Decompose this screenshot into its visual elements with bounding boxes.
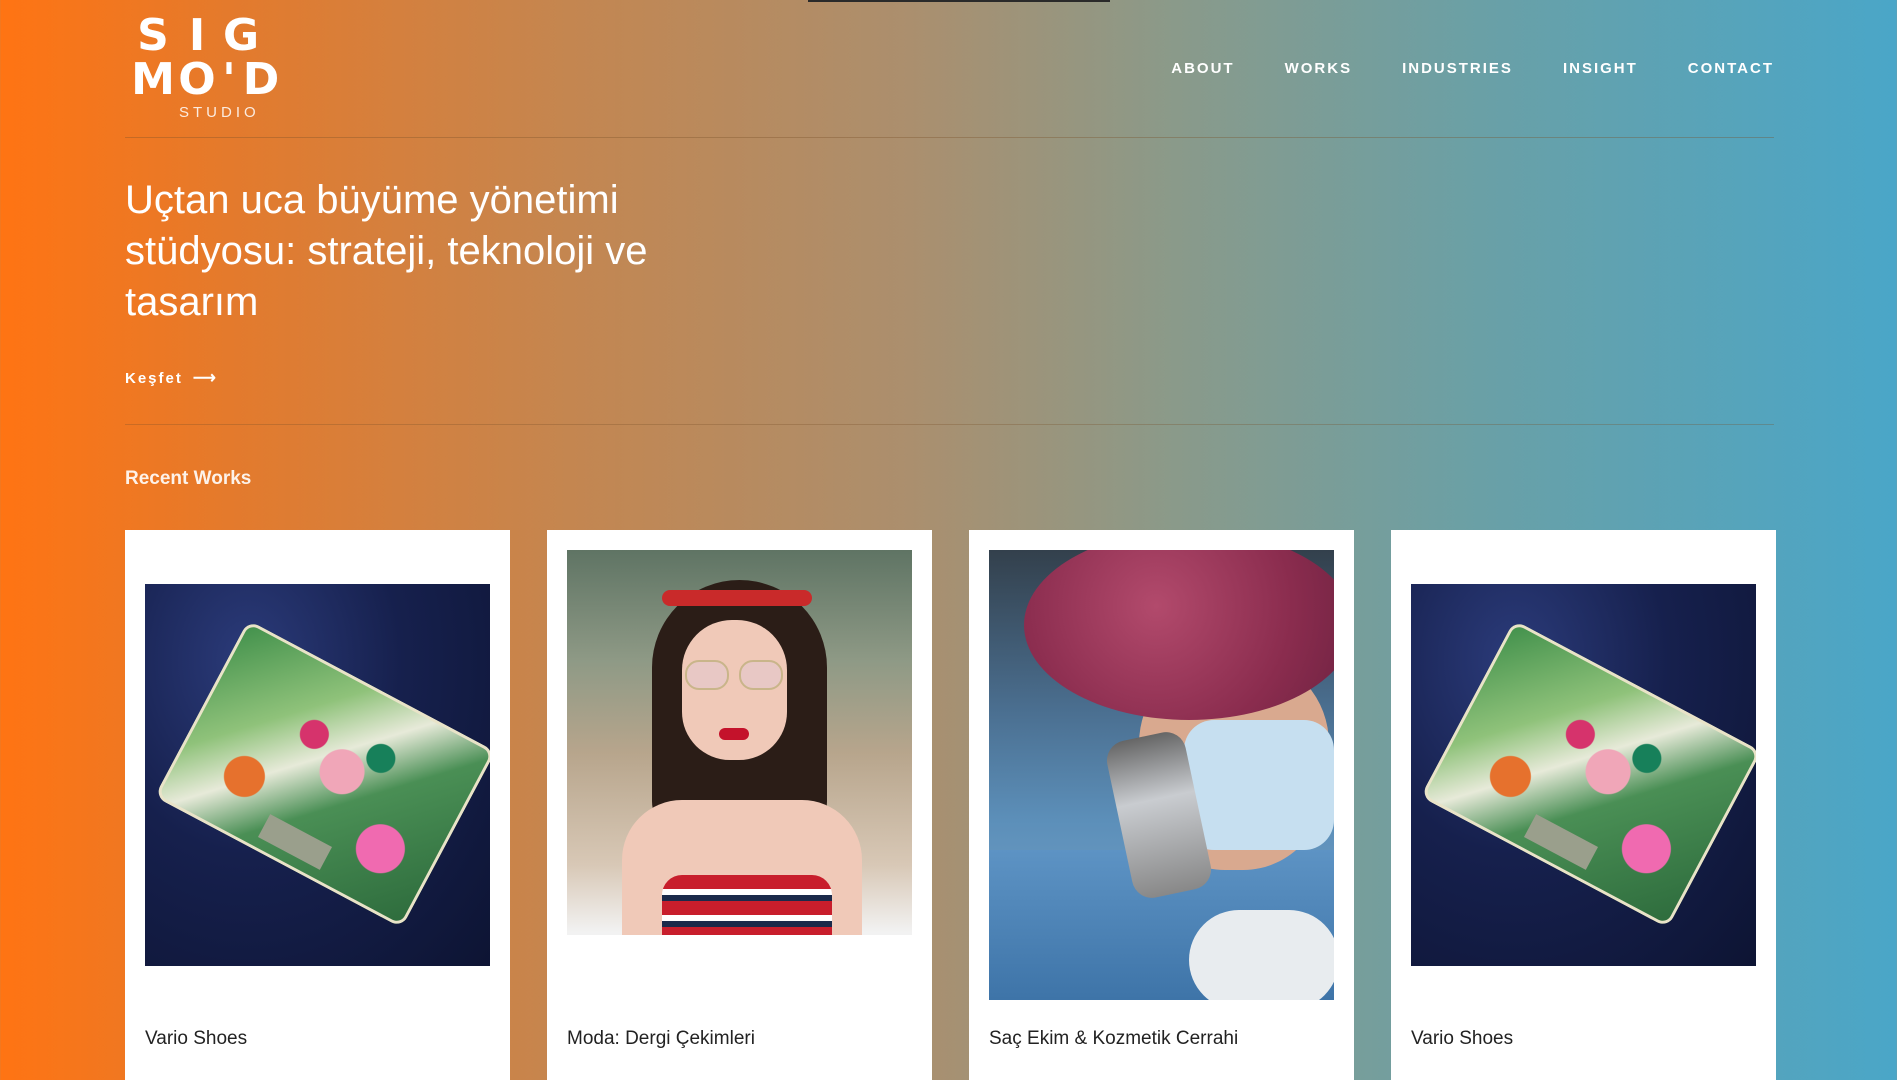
section-divider [125,424,1774,425]
portrait-lens-right [739,660,783,690]
work-card-caption: Vario Shoes [145,1028,248,1049]
logo-row-1: S I G [131,14,307,58]
floral-bag-photo [1411,584,1756,966]
nav-item-works[interactable]: WORKS [1285,60,1353,77]
logo-letter: M [131,54,175,105]
recent-works-title: Recent Works [125,468,252,489]
nav-item-industries[interactable]: INDUSTRIES [1402,60,1513,77]
hero-section: Uçtan uca büyüme yönetimi stüdyosu: stra… [125,175,745,328]
nav-item-about[interactable]: ABOUT [1171,60,1234,77]
purse-shape [1420,619,1756,929]
portrait-lens-left [685,660,729,690]
logo-letter: I [188,10,206,61]
logo-row-2: M O ' D [131,58,307,102]
logo-subtitle: STUDIO [179,104,260,121]
logo-letter: D [242,54,280,105]
logo-letter: O [178,54,216,105]
work-card-caption: Moda: Dergi Çekimleri [567,1028,755,1049]
main-nav: ABOUT WORKS INDUSTRIES INSIGHT CONTACT [1171,60,1774,77]
portrait-lips [719,728,749,740]
work-card-caption: Vario Shoes [1411,1028,1514,1049]
fashion-portrait-photo [567,550,912,1000]
purse-shape [154,619,490,929]
nav-item-insight[interactable]: INSIGHT [1563,60,1638,77]
work-card[interactable]: Vario Shoes [125,530,510,1080]
surgeon-mask [1184,720,1334,850]
logo-letter: S [137,10,169,61]
site-logo[interactable]: S I G M O ' D STUDIO [131,14,307,122]
explore-link[interactable]: Keşfet ⟶ [125,368,218,388]
surgeon-cap [1024,550,1334,720]
portrait-headband [662,590,812,606]
nav-item-contact[interactable]: CONTACT [1688,60,1774,77]
arrow-right-icon: ⟶ [192,370,218,387]
surgeon-glove [1189,910,1334,1000]
portrait-lounger [567,935,912,1000]
work-card[interactable]: Saç Ekim & Kozmetik Cerrahi [969,530,1354,1080]
work-card[interactable]: Vario Shoes [1391,530,1776,1080]
hero-title: Uçtan uca büyüme yönetimi stüdyosu: stra… [125,178,648,324]
surgeon-photo [989,550,1334,1000]
logo-letter: G [222,10,260,61]
recent-works-grid: Vario Shoes Moda: Dergi Çekimleri Saç Ek… [125,530,1776,1080]
work-card[interactable]: Moda: Dergi Çekimleri [547,530,932,1080]
explore-label: Keşfet [125,369,183,387]
floral-bag-photo [145,584,490,966]
logo-letter: ' [222,54,236,105]
work-card-caption: Saç Ekim & Kozmetik Cerrahi [989,1028,1239,1049]
site-header: S I G M O ' D STUDIO ABOUT WORKS INDUSTR… [125,0,1774,138]
